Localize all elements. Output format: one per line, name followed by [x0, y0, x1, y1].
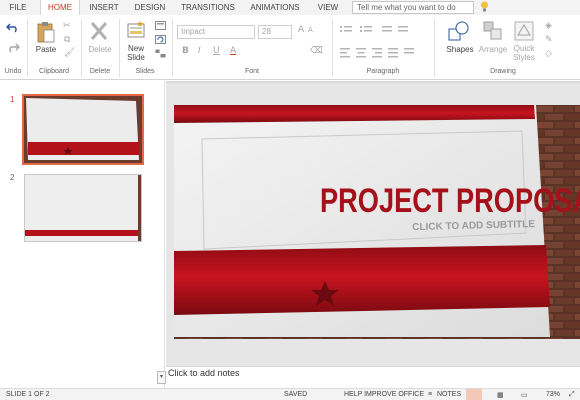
slide-counter: SLIDE 1 OF 2: [6, 391, 50, 398]
bottom-red-band: [174, 245, 550, 315]
notes-pane[interactable]: Click to add notes: [166, 366, 580, 388]
arrange-button[interactable]: Arrange: [476, 45, 510, 54]
ribbon-tabs: FILE HOME INSERT DESIGN TRANSITIONS ANIM…: [0, 0, 580, 15]
tab-design[interactable]: DESIGN: [128, 0, 172, 15]
font-group-label: Font: [244, 68, 259, 75]
tab-home[interactable]: HOME: [40, 0, 80, 15]
thumbnail-number: 1: [10, 95, 15, 104]
font-size-input[interactable]: 28: [258, 25, 292, 39]
slide-thumbnail-pane: 1 2: [0, 81, 165, 388]
font-name-input[interactable]: Impact: [177, 25, 255, 39]
undo-icon[interactable]: [6, 21, 20, 33]
clipboard-group-label: Clipboard: [39, 68, 69, 75]
grow-font-icon[interactable]: A: [298, 25, 304, 35]
tab-transitions[interactable]: TRANSITIONS: [176, 0, 240, 15]
paragraph-controls[interactable]: [340, 24, 430, 62]
undo-group-label: Undo: [4, 68, 22, 75]
shape-effects-icon[interactable]: ◇: [545, 49, 552, 59]
slide-editing-area: PROJECT PROPOSAL CLICK TO ADD SUBTITLE: [166, 81, 580, 366]
tab-insert[interactable]: INSERT: [84, 0, 124, 15]
quick-styles-label-1: Quick: [513, 44, 535, 53]
section-icon[interactable]: [155, 49, 166, 58]
ribbon: Undo Paste ✂ ⧉ 🖌 Clipboard Delete Delete…: [0, 15, 580, 80]
copy-icon[interactable]: ⧉: [64, 35, 70, 45]
shapes-icon[interactable]: [448, 21, 470, 41]
shape-outline-icon[interactable]: ✎: [545, 35, 553, 45]
underline-button[interactable]: U: [213, 46, 220, 56]
format-painter-icon[interactable]: 🖌: [64, 48, 75, 58]
ruler-strip: [166, 81, 580, 83]
clear-formatting-icon[interactable]: ⌫: [310, 46, 323, 56]
new-slide-button[interactable]: New Slide: [121, 44, 151, 62]
font-color-button[interactable]: A: [230, 46, 236, 56]
normal-view-icon[interactable]: [466, 389, 482, 400]
new-slide-icon[interactable]: [127, 21, 145, 39]
thumbnail-number: 2: [10, 173, 15, 182]
notes-placeholder[interactable]: Click to add notes: [168, 368, 240, 378]
thumbnail-slide-1[interactable]: [22, 94, 144, 165]
quick-styles-icon[interactable]: [514, 21, 534, 41]
delete-group-label: Delete: [89, 68, 111, 75]
paste-button[interactable]: Paste: [30, 45, 62, 54]
paste-icon[interactable]: [37, 21, 55, 43]
slide-sorter-icon[interactable]: ▦: [497, 391, 504, 399]
lightbulb-icon[interactable]: [480, 1, 489, 13]
tab-view[interactable]: VIEW: [310, 0, 346, 15]
delete-button[interactable]: Delete: [84, 45, 116, 54]
quick-styles-label-2: Styles: [513, 53, 535, 62]
thumbnail-slide-2[interactable]: [24, 174, 142, 242]
reading-view-icon[interactable]: ▭: [521, 391, 528, 399]
notes-toggle-button[interactable]: ▾: [157, 371, 166, 384]
save-status: SAVED: [284, 391, 308, 398]
new-slide-label-1: New: [127, 44, 144, 53]
bold-button[interactable]: B: [182, 46, 189, 56]
slides-group-label: Slides: [135, 68, 155, 75]
zoom-level[interactable]: 73%: [546, 391, 560, 398]
drawing-group-label: Drawing: [490, 68, 516, 75]
thumbnail-2-preview: [25, 175, 141, 241]
shrink-font-icon[interactable]: A: [308, 26, 313, 34]
delete-icon[interactable]: [90, 21, 108, 41]
thumbnail-1-preview: [24, 96, 142, 163]
tell-me-search[interactable]: Tell me what you want to do: [352, 1, 474, 14]
new-slide-label-2: Slide: [127, 53, 145, 62]
redo-icon[interactable]: [6, 41, 20, 53]
arrange-icon[interactable]: [483, 21, 503, 41]
tab-animations[interactable]: ANIMATIONS: [244, 0, 306, 15]
paragraph-group-label: Paragraph: [366, 68, 400, 75]
italic-button[interactable]: I: [198, 46, 201, 56]
notes-status-button[interactable]: NOTES: [437, 391, 461, 398]
quick-styles-button[interactable]: Quick Styles: [509, 44, 539, 62]
help-improve-link[interactable]: HELP IMPROVE OFFICE: [344, 391, 424, 398]
reset-icon[interactable]: [155, 35, 166, 44]
status-bar: SLIDE 1 OF 2 SAVED HELP IMPROVE OFFICE ≡…: [0, 388, 580, 400]
shape-fill-icon[interactable]: ◈: [545, 21, 552, 31]
layout-icon[interactable]: [155, 21, 166, 30]
slide-title[interactable]: PROJECT PROPOSAL: [320, 182, 580, 221]
shapes-button[interactable]: Shapes: [443, 45, 477, 54]
cut-icon[interactable]: ✂: [63, 21, 71, 31]
tab-file[interactable]: FILE: [0, 0, 36, 15]
fit-slide-icon[interactable]: ⤢: [569, 391, 575, 399]
notes-icon[interactable]: ≡: [428, 391, 432, 398]
